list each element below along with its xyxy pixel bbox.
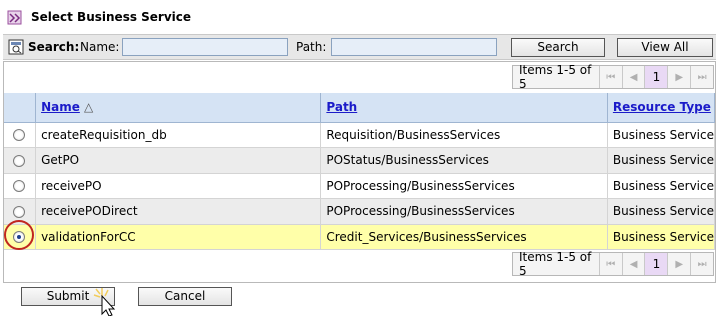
row-radio-cell[interactable] (4, 147, 37, 174)
search-bar: Search: Name: Path: Search View All (3, 34, 716, 60)
name-input[interactable] (122, 38, 288, 56)
pager-items-text: Items 1-5 of 5 (519, 63, 592, 91)
first-page-icon[interactable]: ⏮ (598, 66, 622, 88)
row-name: GetPO (35, 147, 322, 174)
table-row[interactable]: createRequisition_db Requisition/Busines… (4, 122, 716, 148)
pager-top: Items 1-5 of 5 ⏮ ◀ 1 ▶ ⏭ (512, 63, 714, 91)
row-type: Business Service (607, 198, 716, 225)
row-radio-cell[interactable] (4, 198, 37, 225)
row-radio-checked[interactable] (13, 231, 25, 244)
current-page[interactable]: 1 (644, 253, 668, 275)
row-radio-cell[interactable] (4, 224, 37, 250)
row-path: Requisition/BusinessServices (320, 122, 608, 148)
path-sort-link[interactable]: Path (326, 100, 357, 114)
path-input[interactable] (331, 38, 497, 56)
name-label: Name: (80, 40, 120, 54)
table-row[interactable]: receivePODirect POProcessing/BusinessSer… (4, 198, 716, 225)
first-page-icon[interactable]: ⏮ (598, 253, 622, 275)
row-radio[interactable] (13, 154, 25, 167)
row-type: Business Service (607, 147, 716, 174)
row-path: POProcessing/BusinessServices (320, 198, 608, 225)
resource-type-sort-link[interactable]: Resource Type (613, 100, 711, 114)
table-row[interactable]: GetPO POStatus/BusinessServices Business… (4, 147, 716, 174)
next-page-icon[interactable]: ▶ (667, 66, 690, 88)
header-path[interactable]: Path (320, 93, 608, 123)
search-icon (8, 39, 24, 55)
pager-items-text: Items 1-5 of 5 (519, 250, 592, 278)
row-path: POStatus/BusinessServices (320, 147, 608, 174)
prev-page-icon[interactable]: ◀ (621, 253, 645, 275)
results-panel: Items 1-5 of 5 ⏮ ◀ 1 ▶ ⏭ Name △ Path Res… (3, 61, 716, 283)
row-name: receivePO (35, 173, 322, 199)
row-name: receivePODirect (35, 198, 322, 225)
dialog-titlebar: Select Business Service (0, 0, 720, 34)
mouse-cursor-icon (93, 288, 116, 316)
table-row[interactable]: receivePO POProcessing/BusinessServices … (4, 173, 716, 199)
prev-page-icon[interactable]: ◀ (621, 66, 645, 88)
row-path: Credit_Services/BusinessServices (320, 224, 608, 250)
row-type: Business Service (607, 224, 716, 250)
row-radio[interactable] (13, 180, 25, 193)
row-path: POProcessing/BusinessServices (320, 173, 608, 199)
path-label: Path: (296, 40, 327, 54)
row-name: createRequisition_db (35, 122, 322, 148)
sort-ascending-icon: △ (84, 100, 94, 115)
last-page-icon[interactable]: ⏭ (690, 66, 713, 88)
pager-bottom: Items 1-5 of 5 ⏮ ◀ 1 ▶ ⏭ (512, 250, 714, 278)
search-label: Search: (28, 40, 80, 54)
row-name: validationForCC (35, 224, 322, 250)
dialog-title: Select Business Service (31, 10, 192, 24)
row-radio-cell[interactable] (4, 173, 37, 199)
table-header-row: Name △ Path Resource Type (4, 93, 716, 123)
view-all-button[interactable]: View All (617, 38, 713, 57)
table-row-selected[interactable]: validationForCC Credit_Services/Business… (4, 224, 716, 250)
name-sort-link[interactable]: Name (41, 100, 80, 114)
current-page[interactable]: 1 (644, 66, 668, 88)
row-radio-cell[interactable] (4, 122, 37, 148)
cancel-button[interactable]: Cancel (138, 287, 232, 306)
row-type: Business Service (607, 122, 716, 148)
search-button[interactable]: Search (511, 38, 605, 57)
row-radio[interactable] (13, 205, 25, 218)
header-name[interactable]: Name △ (35, 93, 322, 123)
header-resource-type[interactable]: Resource Type (607, 93, 716, 123)
row-type: Business Service (607, 173, 716, 199)
last-page-icon[interactable]: ⏭ (690, 253, 713, 275)
header-select (4, 93, 37, 123)
row-radio[interactable] (13, 129, 25, 142)
next-page-icon[interactable]: ▶ (667, 253, 690, 275)
business-service-icon (7, 10, 22, 25)
results-table: Name △ Path Resource Type createRequisit… (4, 93, 716, 250)
